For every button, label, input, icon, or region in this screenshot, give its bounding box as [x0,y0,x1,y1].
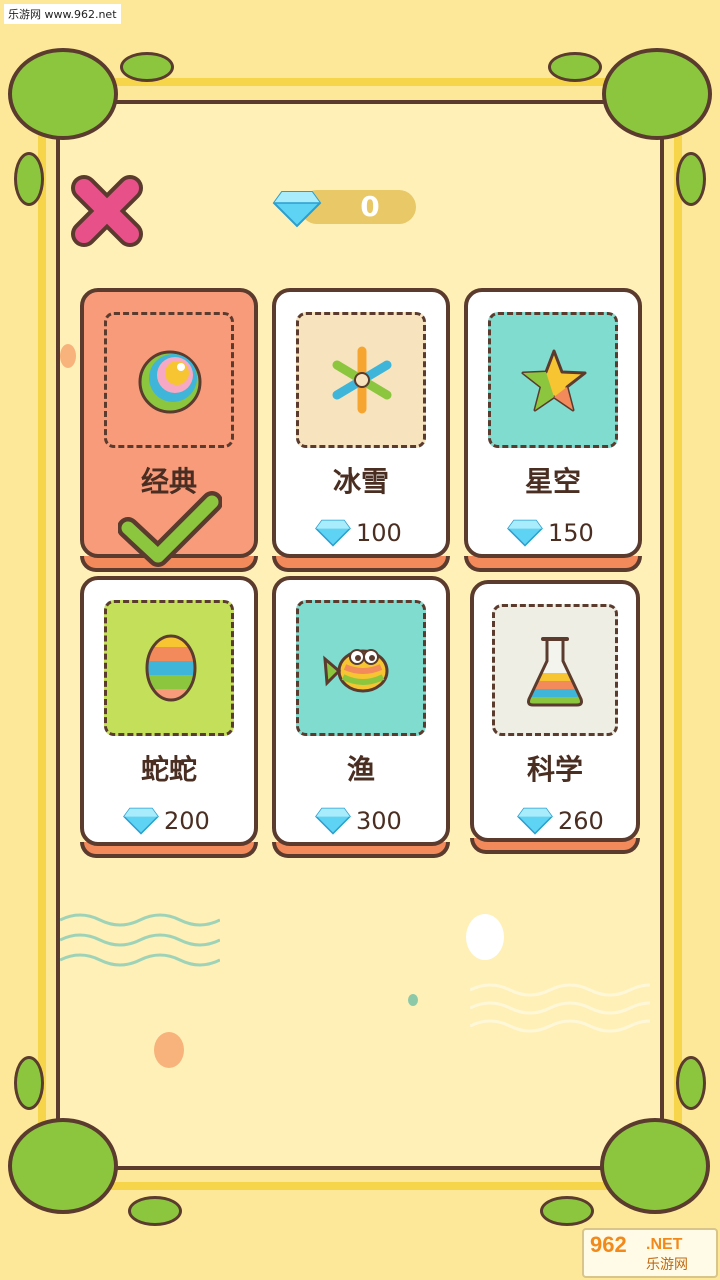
gem-count: 0 [360,190,380,223]
theme-thumbnail [296,312,426,448]
logo-number: 962 [590,1232,627,1257]
price-tag: 150 [506,518,594,548]
theme-name: 冰雪 [332,465,389,498]
bubble-decoration [408,994,418,1006]
price-tag: 300 [314,806,402,836]
bubble-decoration [466,914,504,960]
theme-name: 星空 [524,465,581,498]
theme-card-snake[interactable]: 蛇蛇 200 [80,576,258,846]
price-value: 300 [356,807,402,835]
theme-card-fish[interactable]: 渔 300 [272,576,450,846]
egg-icon [145,634,197,702]
bush-top-right [602,48,712,140]
logo-suffix: .NET [646,1236,683,1253]
diamond-icon [272,190,322,232]
leaf-top-left [120,52,174,82]
theme-thumbnail [104,312,234,448]
wave-decoration [470,983,650,1033]
close-button[interactable] [68,172,146,250]
site-logo: 962 .NET 乐游网 [582,1228,718,1278]
price-tag: 100 [314,518,402,548]
theme-card-starry[interactable]: 星空 150 [464,288,642,558]
price-tag: 260 [516,806,604,836]
diamond-icon [517,807,553,835]
theme-name: 科学 [526,753,583,786]
leaf-right-upper [676,152,706,206]
theme-name: 渔 [346,753,375,786]
price-value: 150 [548,519,594,547]
logo-site-name: 乐游网 [646,1257,688,1273]
bush-bottom-left [8,1118,118,1214]
rainbow-ball-icon [138,350,202,414]
fish-icon [323,649,389,693]
price-value: 260 [558,807,604,835]
watermark-text: 乐游网 www.962.net [4,4,121,24]
price-tag: 200 [122,806,210,836]
theme-thumbnail [296,600,426,736]
price-value: 100 [356,519,402,547]
theme-thumbnail [488,312,618,448]
bubble-decoration [154,1032,184,1068]
close-icon [71,175,143,247]
leaf-right-lower [676,1056,706,1110]
leaf-bottom-right [540,1196,594,1226]
card-shadow [464,556,642,572]
leaf-left-lower [14,1056,44,1110]
leaf-top-right [548,52,602,82]
leaf-left-upper [14,152,44,206]
theme-card-snow[interactable]: 冰雪 100 [272,288,450,558]
bush-bottom-right [600,1118,710,1214]
bush-top-left [8,48,118,140]
diamond-icon [315,807,351,835]
flask-icon [527,637,583,707]
leaf-bottom-left [128,1196,182,1226]
diamond-icon [123,807,159,835]
card-shadow [272,556,450,572]
bubble-decoration [60,344,76,368]
theme-card-science[interactable]: 科学 260 [470,580,640,842]
diamond-icon [315,519,351,547]
theme-thumbnail [492,604,618,736]
theme-thumbnail [104,600,234,736]
snowflake-icon [332,346,392,414]
star-icon [521,349,587,412]
diamond-icon [507,519,543,547]
theme-name: 蛇蛇 [140,753,197,786]
checkmark-icon [118,491,222,567]
wave-decoration [60,913,220,967]
price-value: 200 [164,807,210,835]
